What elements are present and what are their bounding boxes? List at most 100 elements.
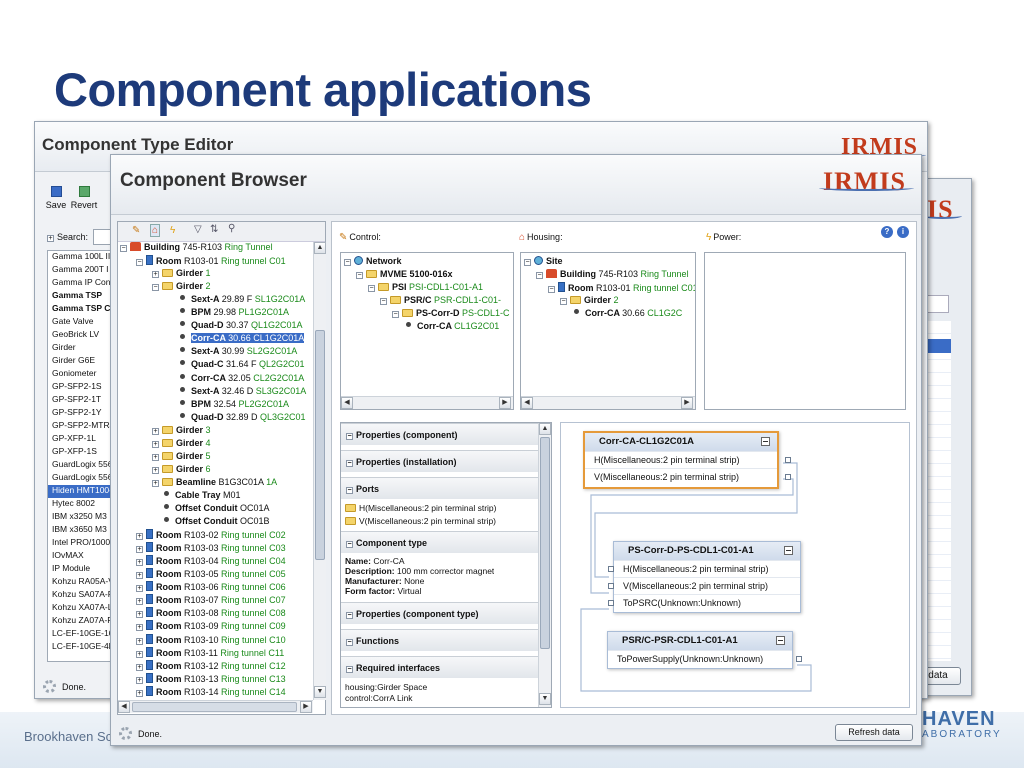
scroll-h-thumb[interactable] bbox=[132, 702, 297, 712]
list-item[interactable]: Kohzu SA07A-R bbox=[48, 589, 110, 602]
tree-node[interactable]: Sext-A 32.46 D SL3G2C01A bbox=[168, 386, 306, 399]
tree-node[interactable]: − Girder 2 bbox=[152, 281, 211, 294]
housing-view-icon[interactable]: ⌂ bbox=[150, 224, 161, 237]
tree-vertical-scrollbar[interactable]: ▲ ▼ bbox=[313, 242, 326, 700]
list-item[interactable]: Gamma TSP bbox=[48, 290, 110, 303]
tree-node[interactable]: + Room R103-03 Ring tunnel C03 bbox=[136, 542, 286, 555]
tree-node[interactable]: − Room R103-01 Ring tunnel C01 bbox=[548, 282, 695, 295]
expand-icon[interactable]: + bbox=[152, 427, 159, 435]
tree-node[interactable]: + Room R103-13 Ring tunnel C13 bbox=[136, 672, 286, 686]
collapse-icon[interactable]: − bbox=[136, 259, 143, 267]
list-item[interactable]: GP-SFP2-1Y bbox=[48, 407, 110, 420]
tree-node[interactable]: Quad-D 32.89 D QL3G2C01 bbox=[168, 412, 306, 425]
revert-button[interactable]: Revert bbox=[69, 186, 99, 210]
expand-icon[interactable]: + bbox=[136, 598, 143, 606]
expand-icon[interactable]: + bbox=[136, 533, 143, 541]
tree-node[interactable]: + Girder 5 bbox=[152, 451, 211, 464]
collapse-icon[interactable]: − bbox=[356, 272, 363, 279]
list-item[interactable]: Gate Valve bbox=[48, 316, 110, 329]
tree-node[interactable]: − Building 745-R103 Ring Tunnel bbox=[536, 269, 689, 282]
expand-icon[interactable]: + bbox=[152, 479, 159, 487]
refresh-data-button[interactable]: Refresh data bbox=[835, 724, 913, 741]
tree-node[interactable]: − Site bbox=[524, 256, 563, 269]
tree-node[interactable]: + Room R103-02 Ring tunnel C02 bbox=[136, 529, 286, 542]
properties-installation-section[interactable]: − Properties (installation) bbox=[341, 450, 551, 472]
tree-node[interactable]: − Network bbox=[344, 256, 402, 269]
expand-icon[interactable]: + bbox=[136, 650, 143, 658]
info-icon[interactable]: i bbox=[897, 226, 909, 238]
expand-icon[interactable]: + bbox=[152, 453, 159, 461]
scroll-left-icon[interactable]: ◀ bbox=[341, 397, 353, 409]
housing-tree[interactable]: − Site − Building 745-R103 Ring Tunnel − Roo… bbox=[521, 253, 695, 395]
expand-icon[interactable]: + bbox=[136, 689, 143, 697]
housing-horizontal-scrollbar[interactable]: ◀ ▶ bbox=[521, 396, 695, 409]
collapse-icon[interactable]: − bbox=[548, 286, 555, 293]
expand-icon[interactable]: + bbox=[136, 676, 143, 684]
tree-node[interactable]: + Room R103-10 Ring tunnel C10 bbox=[136, 633, 286, 647]
list-item[interactable]: LC-EF-10GE-4P bbox=[48, 641, 110, 654]
box-port[interactable]: V(Miscellaneous:2 pin terminal strip) bbox=[585, 468, 791, 485]
tree-node[interactable]: + Girder 6 bbox=[152, 464, 211, 477]
box-port[interactable]: V(Miscellaneous:2 pin terminal strip) bbox=[608, 577, 800, 594]
list-item[interactable]: Gamma IP Con bbox=[48, 277, 110, 290]
box-port[interactable]: H(Miscellaneous:2 pin terminal strip) bbox=[608, 560, 800, 577]
properties-scrollbar[interactable]: ▲ ▼ bbox=[538, 423, 551, 707]
list-item[interactable]: GuardLogix 556 bbox=[48, 472, 110, 485]
expand-icon[interactable]: + bbox=[152, 466, 159, 474]
expand-icon[interactable]: + bbox=[136, 572, 143, 580]
scroll-down-icon[interactable]: ▼ bbox=[539, 693, 551, 705]
component-box-ps-corr-d[interactable]: PS-Corr-D-PS-CDL1-C01-A1 H(Miscellaneous… bbox=[608, 541, 801, 613]
component-type-list[interactable]: Gamma 100L II Gamma 200T I Gamma IP Con Gam… bbox=[47, 250, 113, 662]
scroll-right-icon[interactable]: ▶ bbox=[681, 397, 693, 409]
list-item[interactable]: LC-EF-10GE-16 bbox=[48, 628, 110, 641]
scroll-left-icon[interactable]: ◀ bbox=[521, 397, 533, 409]
list-item[interactable]: Girder G6E bbox=[48, 355, 110, 368]
list-item[interactable]: Gamma TSP C bbox=[48, 303, 110, 316]
collapse-icon[interactable]: − bbox=[344, 259, 351, 266]
list-item[interactable]: GP-XFP-1L bbox=[48, 433, 110, 446]
control-tree[interactable]: − Network − MVME 5100-016x − PSI PSI-CDL1-C… bbox=[341, 253, 513, 395]
scroll-up-icon[interactable]: ▲ bbox=[314, 242, 326, 254]
list-item[interactable]: Gamma 200T I bbox=[48, 264, 110, 277]
list-item[interactable]: GeoBrick LV bbox=[48, 329, 110, 342]
tree-node[interactable]: Cable Tray M01 bbox=[152, 490, 241, 503]
tree-node[interactable]: Sext-A 29.89 F SL1G2C01A bbox=[168, 294, 305, 307]
functions-section[interactable]: − Functions bbox=[341, 629, 551, 651]
sort-icon[interactable]: ⇅ bbox=[210, 224, 218, 235]
box-port[interactable]: H(Miscellaneous:2 pin terminal strip) bbox=[585, 451, 791, 468]
expand-icon[interactable]: + bbox=[136, 637, 143, 645]
power-tree-panel[interactable] bbox=[704, 252, 906, 410]
collapse-icon[interactable]: − bbox=[120, 245, 127, 252]
expand-icon[interactable]: + bbox=[136, 624, 143, 632]
properties-component-section[interactable]: − Properties (component) bbox=[341, 423, 551, 445]
minimize-icon[interactable] bbox=[784, 546, 793, 555]
list-item[interactable]: Goniometer bbox=[48, 368, 110, 381]
tree-node[interactable]: + Girder 4 bbox=[152, 438, 211, 451]
tree-node[interactable]: + Room R103-08 Ring tunnel C08 bbox=[136, 607, 286, 620]
port-pin-icon[interactable] bbox=[785, 457, 791, 463]
tree-node[interactable]: + Room R103-14 Ring tunnel C14 bbox=[136, 685, 286, 699]
list-item[interactable]: GuardLogix 556 bbox=[48, 459, 110, 472]
search-icon[interactable]: ⚲ bbox=[228, 223, 235, 234]
scroll-thumb[interactable] bbox=[540, 437, 550, 649]
port-pin-icon[interactable] bbox=[608, 600, 614, 606]
scroll-down-icon[interactable]: ▼ bbox=[314, 686, 326, 698]
port-item[interactable]: H(Miscellaneous:2 pin terminal strip) bbox=[345, 503, 496, 513]
expand-icon[interactable]: + bbox=[152, 271, 159, 279]
filter-icon[interactable]: ▽ bbox=[194, 224, 202, 235]
tree-node[interactable]: + Room R103-12 Ring tunnel C12 bbox=[136, 659, 286, 673]
tree-node[interactable]: + Beamline B1G3C01A 1A bbox=[152, 477, 277, 490]
list-item[interactable]: IBM x3650 M3 bbox=[48, 524, 110, 537]
list-item[interactable]: IBM x3250 M3 bbox=[48, 511, 110, 524]
tree-node[interactable]: − PSI PSI-CDL1-C01-A1 bbox=[368, 282, 483, 295]
collapse-icon[interactable]: − bbox=[380, 298, 387, 305]
component-box-corr-ca[interactable]: Corr-CA-CL1G2C01A H(Miscellaneous:2 pin … bbox=[583, 431, 791, 489]
tree-node[interactable]: + Girder 3 bbox=[152, 425, 211, 438]
tree-node[interactable]: − Building 745-R103 Ring Tunnel bbox=[120, 242, 273, 255]
tree-node[interactable]: BPM 29.98 PL1G2C01A bbox=[168, 307, 289, 320]
component-box-psr-c[interactable]: PSR/C-PSR-CDL1-C01-A1 ToPowerSupply(Unkn… bbox=[607, 631, 802, 669]
tree-node[interactable]: + Room R103-06 Ring tunnel C06 bbox=[136, 581, 286, 594]
search-input[interactable] bbox=[93, 229, 111, 245]
required-interfaces-section[interactable]: − Required interfaces bbox=[341, 656, 551, 678]
tree-node[interactable]: − PSR/C PSR-CDL1-C01- bbox=[380, 295, 501, 308]
